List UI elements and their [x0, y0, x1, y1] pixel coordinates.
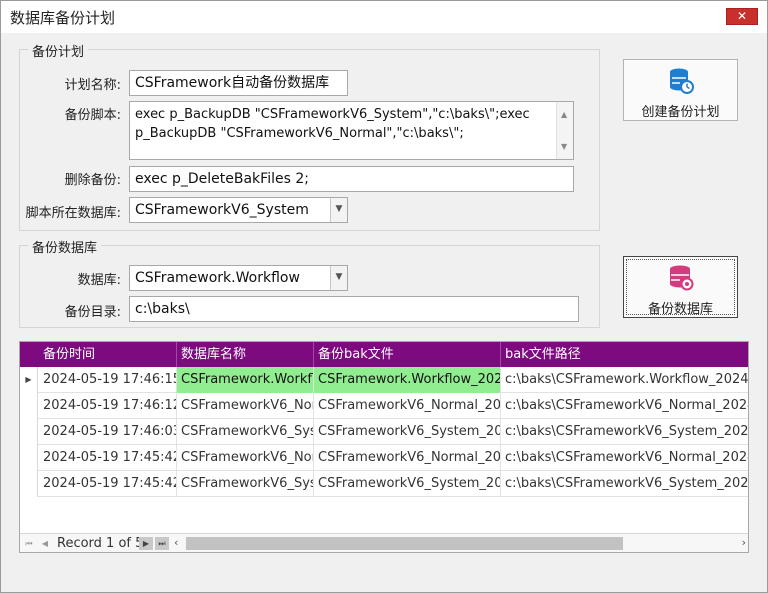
record-counter: Record 1 of 5: [57, 536, 144, 551]
backup-directory-label: 备份目录:: [64, 305, 121, 320]
backup-plan-group-title: 备份计划: [28, 41, 89, 60]
close-button[interactable]: ✕: [726, 8, 758, 25]
table-cell[interactable]: CSFrameworkV6_Nor...: [177, 445, 314, 471]
column-header-bak-path[interactable]: bak文件路径: [501, 342, 748, 367]
chevron-down-icon[interactable]: ▼: [330, 266, 347, 290]
table-cell[interactable]: CSFrameworkV6_Sys...: [177, 419, 314, 445]
window-title: 数据库备份计划: [10, 9, 116, 27]
row-indicator[interactable]: [20, 445, 38, 471]
table-row[interactable]: ▶ 2024-05-19 17:46:15 CSFramework.Workfl..…: [20, 367, 748, 393]
column-header-backup-time[interactable]: 备份时间: [39, 342, 177, 367]
table-cell[interactable]: 2024-05-19 17:46:03: [39, 419, 177, 445]
backup-database-button[interactable]: 备份数据库: [623, 256, 738, 318]
scroll-left-icon[interactable]: ‹: [174, 536, 178, 549]
table-cell[interactable]: 2024-05-19 17:46:15: [39, 367, 177, 393]
database-clock-icon: [669, 68, 694, 94]
delete-backup-input[interactable]: exec p_DeleteBakFiles 2;: [129, 166, 574, 192]
create-backup-plan-button[interactable]: 创建备份计划: [623, 59, 738, 121]
table-cell[interactable]: CSFrameworkV6_Normal_202...: [314, 393, 501, 419]
table-row[interactable]: 2024-05-19 17:46:12 CSFrameworkV6_Nor... C…: [20, 393, 748, 419]
table-cell[interactable]: c:\baks\CSFrameworkV6_System_20240519: [501, 471, 748, 497]
chevron-down-icon[interactable]: ▼: [330, 198, 347, 222]
first-record-icon[interactable]: ⏮: [22, 537, 36, 550]
table-row[interactable]: 2024-05-19 17:46:03CSFrameworkV6_Sys...C…: [20, 419, 748, 445]
row-indicator-arrow-icon[interactable]: ▶: [20, 367, 38, 393]
create-backup-plan-label: 创建备份计划: [641, 105, 720, 120]
table-cell[interactable]: c:\baks\CSFrameworkV6_Normal_20240519_: [501, 445, 748, 471]
backup-database-group-title: 备份数据库: [28, 237, 102, 256]
grid-header: 备份时间 数据库名称 备份bak文件 bak文件路径: [20, 342, 748, 367]
table-cell[interactable]: 2024-05-19 17:46:12: [39, 393, 177, 419]
previous-page-icon[interactable]: ◀: [38, 537, 52, 550]
table-cell[interactable]: CSFrameworkV6_Normal_202...: [314, 445, 501, 471]
scrollbar-thumb[interactable]: [186, 537, 623, 550]
database-label: 数据库:: [77, 273, 121, 288]
delete-backup-label: 删除备份:: [64, 173, 121, 188]
table-cell[interactable]: c:\baks\CSFrameworkV6_System_20240519: [501, 419, 748, 445]
row-indicator[interactable]: [20, 393, 38, 419]
backup-script-scrollbar[interactable]: ▲ ▼: [556, 102, 573, 159]
database-select[interactable]: CSFramework.Workflow ▼: [129, 265, 348, 291]
backup-script-line-2: p_BackupDB "CSFrameworkV6_Normal","c:\ba…: [135, 126, 464, 141]
table-cell[interactable]: CSFramework.Workflow_2024...: [314, 367, 501, 393]
backup-plan-window: 数据库备份计划 ✕ 备份计划 计划名称: CSFramework自动备份数据库 …: [0, 0, 768, 593]
column-header-bak-file[interactable]: 备份bak文件: [314, 342, 501, 367]
table-cell[interactable]: 2024-05-19 17:45:42: [39, 445, 177, 471]
database-value: CSFramework.Workflow: [135, 270, 300, 286]
table-row[interactable]: 2024-05-19 17:45:42 CSFrameworkV6_Nor... C…: [20, 445, 748, 471]
column-header-database-name[interactable]: 数据库名称: [177, 342, 314, 367]
next-page-icon[interactable]: ▶: [139, 537, 153, 550]
script-database-label: 脚本所在数据库:: [25, 206, 121, 221]
table-cell[interactable]: CSFrameworkV6_System_202...: [314, 419, 501, 445]
backup-script-memo[interactable]: exec p_BackupDB "CSFrameworkV6_System","…: [129, 101, 574, 160]
plan-name-label: 计划名称:: [64, 78, 121, 93]
table-row[interactable]: 2024-05-19 17:45:42CSFrameworkV6_Sys...C…: [20, 471, 748, 497]
table-cell[interactable]: c:\baks\CSFrameworkV6_Normal_20240519_: [501, 393, 748, 419]
backup-script-label: 备份脚本:: [64, 108, 121, 123]
grid-horizontal-scrollbar[interactable]: ‹ ›: [172, 534, 748, 552]
table-cell[interactable]: CSFramework.Workfl...: [177, 367, 314, 393]
script-database-select[interactable]: CSFrameworkV6_System ▼: [129, 197, 348, 223]
scroll-up-icon[interactable]: ▲: [561, 105, 567, 124]
plan-name-input[interactable]: CSFramework自动备份数据库: [129, 70, 348, 96]
table-cell[interactable]: 2024-05-19 17:45:42: [39, 471, 177, 497]
backup-database-label: 备份数据库: [647, 302, 713, 317]
table-cell[interactable]: CSFrameworkV6_Sys...: [177, 471, 314, 497]
backup-history-grid: 备份时间 数据库名称 备份bak文件 bak文件路径 ▶ 2024-05-19 1…: [19, 341, 749, 553]
table-cell[interactable]: c:\baks\CSFramework.Workflow_20240519_: [501, 367, 748, 393]
row-indicator[interactable]: [20, 471, 38, 497]
script-database-value: CSFrameworkV6_System: [135, 202, 309, 218]
last-record-icon[interactable]: ⏭: [155, 537, 169, 550]
backup-directory-input[interactable]: c:\baks\: [129, 296, 579, 322]
table-cell[interactable]: CSFrameworkV6_System_202...: [314, 471, 501, 497]
database-backup-icon: [669, 265, 693, 291]
grid-navigator: ⏮ ◀ Record 1 of 5 ▶ ⏭ ‹ ›: [20, 533, 748, 552]
row-indicator[interactable]: [20, 419, 38, 445]
backup-script-line-1: exec p_BackupDB "CSFrameworkV6_System","…: [135, 107, 530, 122]
table-cell[interactable]: CSFrameworkV6_Nor...: [177, 393, 314, 419]
title-bar: 数据库备份计划 ✕: [1, 1, 767, 33]
scroll-down-icon[interactable]: ▼: [561, 137, 567, 156]
scroll-right-icon[interactable]: ›: [742, 536, 746, 549]
